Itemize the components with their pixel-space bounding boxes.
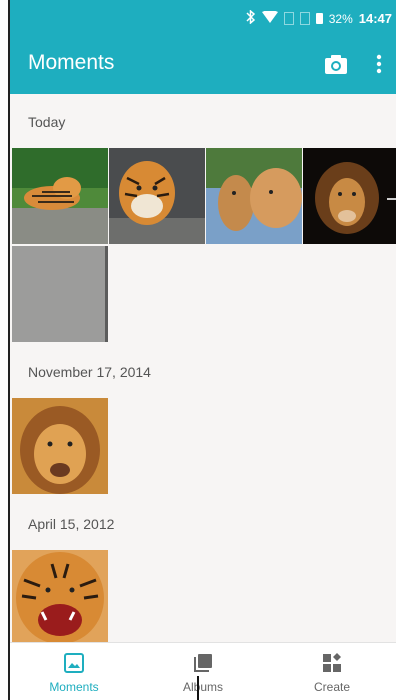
moments-list[interactable]: Today November 17, 2014 April 15, 2012: [10, 94, 396, 642]
sim2-icon: [299, 12, 310, 25]
camera-icon: [325, 55, 347, 74]
photo-thumbnail[interactable]: [12, 550, 108, 642]
more-options-button[interactable]: [370, 52, 388, 76]
phone-screen: 32% 14:47 Moments Today November 17, 201…: [10, 0, 396, 700]
battery-percent: 32%: [328, 11, 353, 26]
sim1-icon: [283, 12, 294, 25]
photo-thumbnail[interactable]: [109, 148, 205, 244]
bluetooth-icon: [246, 9, 256, 27]
app-bar: Moments: [10, 36, 396, 94]
photo-thumbnail[interactable]: [303, 148, 396, 244]
create-icon: [323, 653, 341, 672]
albums-icon: [194, 654, 212, 672]
photo-thumbnail[interactable]: [12, 148, 108, 244]
device-frame: 32% 14:47 Moments Today November 17, 201…: [0, 0, 396, 700]
section-date-2012: April 15, 2012: [28, 516, 115, 532]
nav-create-label: Create: [313, 680, 351, 694]
wifi-icon: [261, 10, 278, 26]
section-date-today: Today: [28, 114, 66, 130]
nav-create[interactable]: Create: [268, 643, 396, 700]
status-icons: 32% 14:47: [246, 9, 396, 27]
camera-button[interactable]: [323, 52, 349, 76]
callout-line: [197, 676, 199, 700]
nav-albums-label: Albums: [182, 680, 223, 694]
status-time: 14:47: [358, 11, 392, 26]
status-bar: 32% 14:47: [10, 0, 396, 36]
more-vert-icon: [376, 54, 382, 74]
photo-thumbnail[interactable]: [12, 246, 108, 342]
nav-albums[interactable]: Albums: [139, 643, 267, 700]
photo-thumbnail[interactable]: [12, 398, 108, 494]
nav-moments-label: Moments: [49, 680, 99, 694]
moments-photo-icon: [64, 653, 84, 673]
battery-icon: [315, 13, 323, 24]
page-title: Moments: [28, 51, 115, 74]
nav-moments[interactable]: Moments: [10, 643, 138, 700]
bottom-navigation: Moments Albums Create: [10, 642, 396, 700]
section-date-2014: November 17, 2014: [28, 364, 151, 380]
left-edge: [0, 0, 10, 700]
photo-thumbnail[interactable]: [206, 148, 302, 244]
